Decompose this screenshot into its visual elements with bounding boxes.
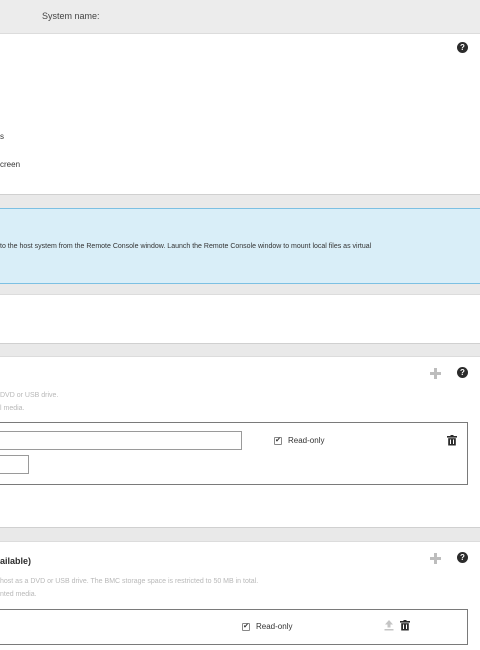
bmc-readonly-checkbox[interactable]: ✔: [242, 623, 250, 631]
readonly-label: Read-only: [288, 436, 325, 445]
bmc-media-entry: ✔ Read-only: [0, 609, 468, 645]
readonly-checkbox[interactable]: ✔: [274, 437, 282, 445]
info-banner: to the host system from the Remote Conso…: [0, 208, 480, 284]
image-path-input[interactable]: [0, 431, 242, 450]
device-input[interactable]: [0, 455, 29, 474]
bmc-readonly-label: Read-only: [256, 622, 293, 631]
virtual-media-description-1: DVD or USB drive.: [0, 392, 59, 399]
bmc-description-2: nted media.: [0, 591, 37, 598]
trash-icon[interactable]: [447, 435, 457, 446]
top-bar: System name:: [0, 0, 480, 33]
help-icon[interactable]: ?: [457, 42, 468, 53]
console-options-panel: ? s creen: [0, 33, 480, 195]
bmc-description-1: host as a DVD or USB drive. The BMC stor…: [0, 578, 259, 585]
empty-panel: [0, 294, 480, 344]
system-name-label: System name:: [42, 11, 100, 21]
virtual-media-description-2: l media.: [0, 405, 25, 412]
option-label-2: creen: [0, 160, 21, 169]
bmc-storage-panel: ailable) ? host as a DVD or USB drive. T…: [0, 541, 480, 650]
plus-icon[interactable]: [430, 368, 441, 379]
info-message: to the host system from the Remote Conso…: [0, 243, 372, 250]
trash-icon[interactable]: [400, 620, 410, 631]
virtual-media-panel: ? DVD or USB drive. l media. ✔ Read-only: [0, 356, 480, 528]
help-icon[interactable]: ?: [457, 552, 468, 563]
option-label-1: s: [0, 132, 4, 141]
virtual-media-entry: ✔ Read-only: [0, 422, 468, 485]
upload-icon[interactable]: [384, 620, 394, 631]
plus-icon[interactable]: [430, 553, 441, 564]
bmc-panel-title: ailable): [0, 556, 32, 566]
help-icon[interactable]: ?: [457, 367, 468, 378]
